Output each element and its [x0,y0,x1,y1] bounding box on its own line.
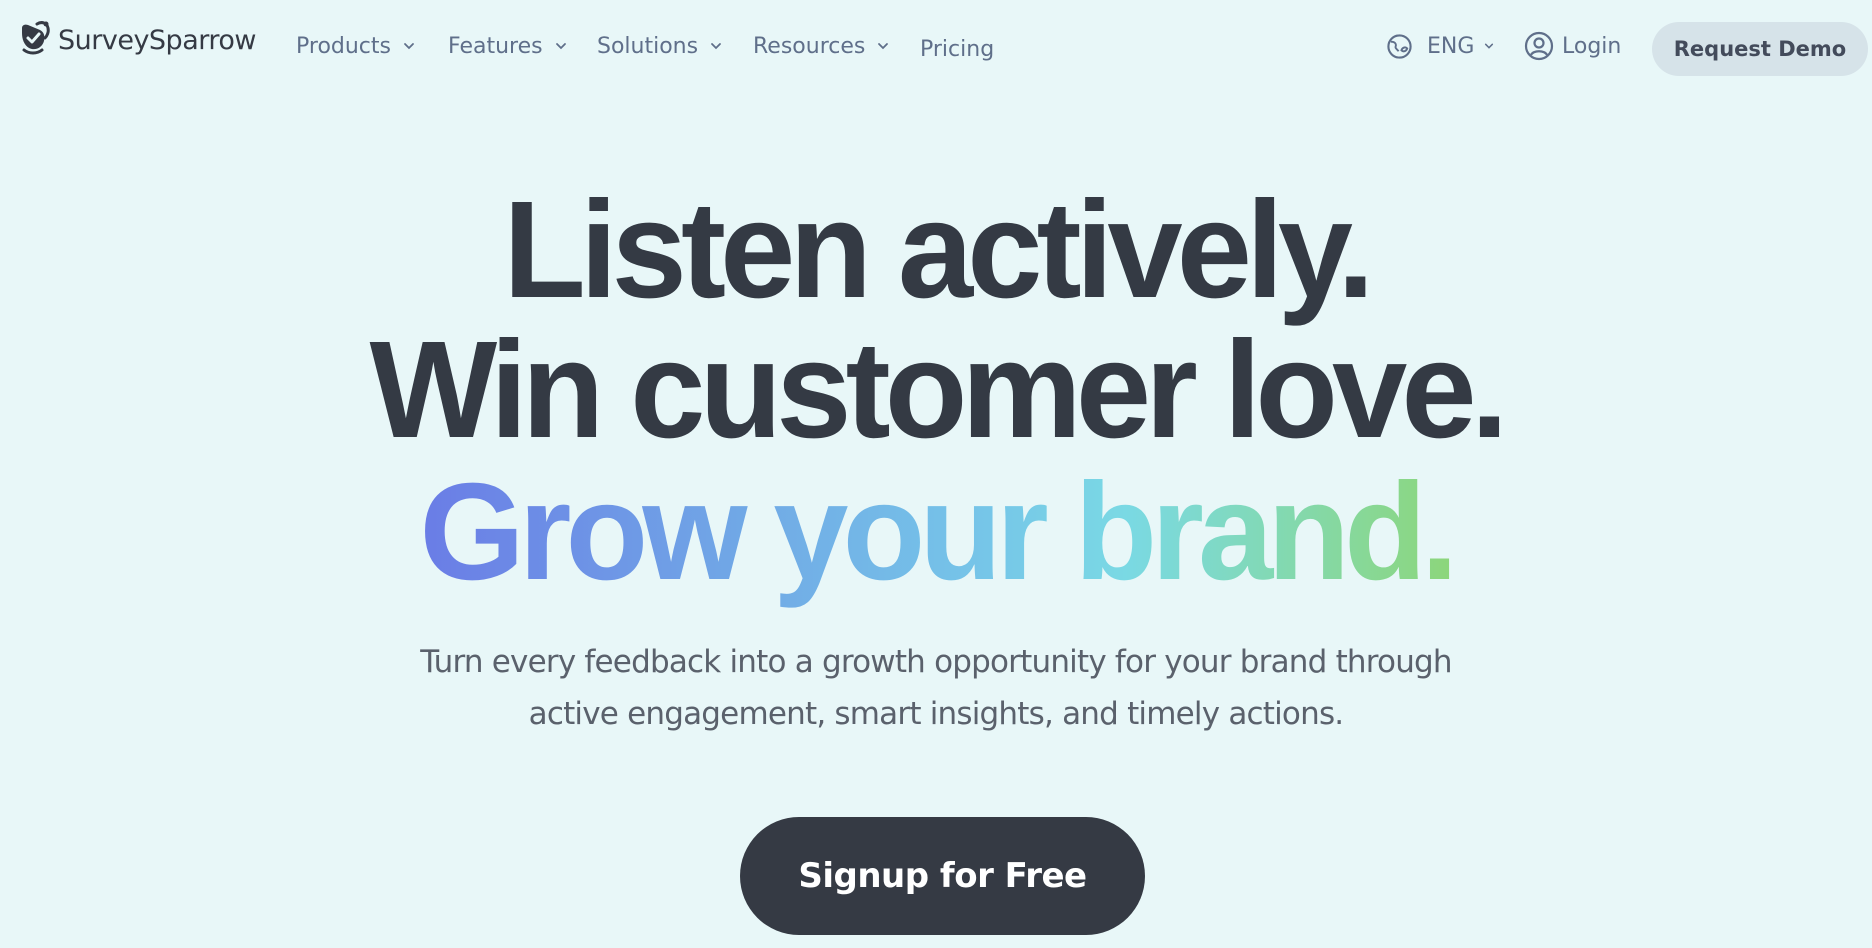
nav-item-label: Resources [753,33,866,59]
nav-item-label: Pricing [920,36,995,62]
language-selector[interactable]: ENG [1386,28,1494,64]
signup-for-free-button[interactable]: Signup for Free [740,817,1145,935]
nav-item-pricing[interactable]: Pricing [920,31,994,67]
nav-item-label: Products [296,33,391,59]
sparrow-check-icon [18,20,52,61]
hero-subtitle-line2: active engagement, smart insights, and t… [528,696,1345,732]
nav-item-label: Solutions [597,33,699,59]
brand-logo-link[interactable]: SurveySparrow [18,20,256,60]
language-label: ENG [1427,33,1475,59]
nav-item-features[interactable]: Features [448,28,567,64]
login-label: Login [1562,33,1622,59]
chevron-down-icon [555,43,566,50]
gradient-headline-text: Grow your brand. [410,462,1463,622]
login-link[interactable]: Login [1524,28,1621,64]
chevron-down-icon [1485,43,1494,49]
chevron-down-icon [711,43,721,50]
top-navigation: SurveySparrow Products Features Solution… [0,0,1872,96]
hero-headline-line1: Listen actively. [503,173,1374,327]
hero-subtitle-line1: Turn every feedback into a growth opport… [420,644,1452,680]
nav-item-label: Features [448,33,543,59]
request-demo-button[interactable]: Request Demo [1652,22,1868,76]
nav-item-solutions[interactable]: Solutions [597,28,722,64]
nav-item-products[interactable]: Products [296,28,415,64]
user-circle-icon [1524,31,1554,61]
hero-headline-line3: Grow your brand. [19,462,1854,622]
chevron-down-icon [404,43,414,50]
hero-subtitle: Turn every feedback into a growth opport… [0,636,1872,740]
brand-name: SurveySparrow [58,24,256,56]
hero-headline-line2: Win customer love. [369,313,1509,467]
chevron-down-icon [878,43,889,50]
globe-icon [1387,33,1412,59]
nav-item-resources[interactable]: Resources [753,28,889,64]
